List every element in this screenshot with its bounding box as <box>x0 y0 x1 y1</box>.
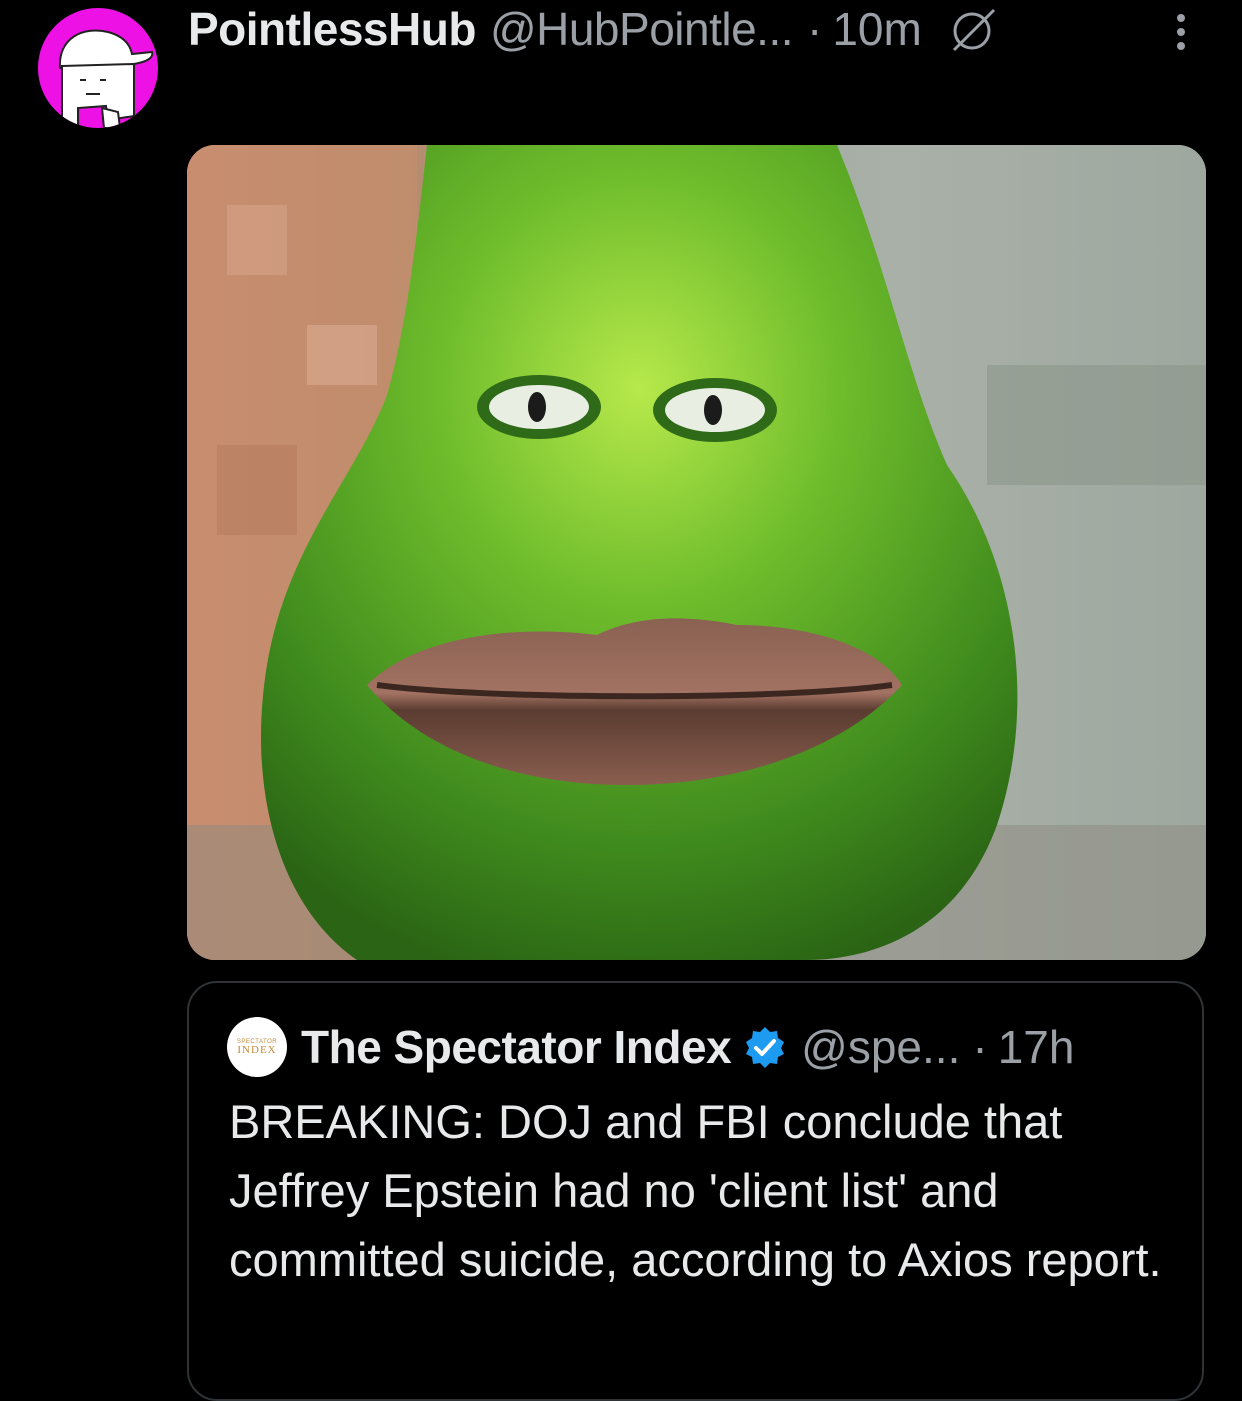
separator-dot: · <box>972 1021 988 1073</box>
pear-character-image <box>187 145 1206 960</box>
user-avatar[interactable] <box>38 8 158 128</box>
user-handle[interactable]: @HubPointle... <box>490 2 794 56</box>
post-time[interactable]: 10m <box>832 2 921 56</box>
eye-slash-icon <box>948 6 1000 52</box>
verified-badge-icon <box>743 1025 787 1069</box>
quoted-post-text: BREAKING: DOJ and FBI conclude that Jeff… <box>229 1095 1162 1286</box>
post-media-image[interactable] <box>187 145 1206 960</box>
quoted-avatar-logo-bottom: INDEX <box>237 1043 277 1056</box>
quoted-post[interactable]: SPECTATOR INDEX The Spectator Index @spe… <box>187 981 1204 1401</box>
post-header: PointlessHub @HubPointle... · 10m <box>188 0 1188 58</box>
display-name[interactable]: PointlessHub <box>188 2 476 56</box>
quoted-time[interactable]: 17h <box>998 1020 1075 1074</box>
quoted-display-name[interactable]: The Spectator Index <box>301 1020 732 1074</box>
quoted-avatar[interactable]: SPECTATOR INDEX <box>227 1017 287 1077</box>
quoted-post-header: SPECTATOR INDEX The Spectator Index @spe… <box>227 1017 1075 1077</box>
pointlesshub-avatar-icon <box>58 29 154 128</box>
quoted-handle[interactable]: @spe... <box>801 1020 960 1074</box>
separator-dot: · <box>807 3 823 55</box>
more-vertical-icon[interactable] <box>1166 10 1196 54</box>
